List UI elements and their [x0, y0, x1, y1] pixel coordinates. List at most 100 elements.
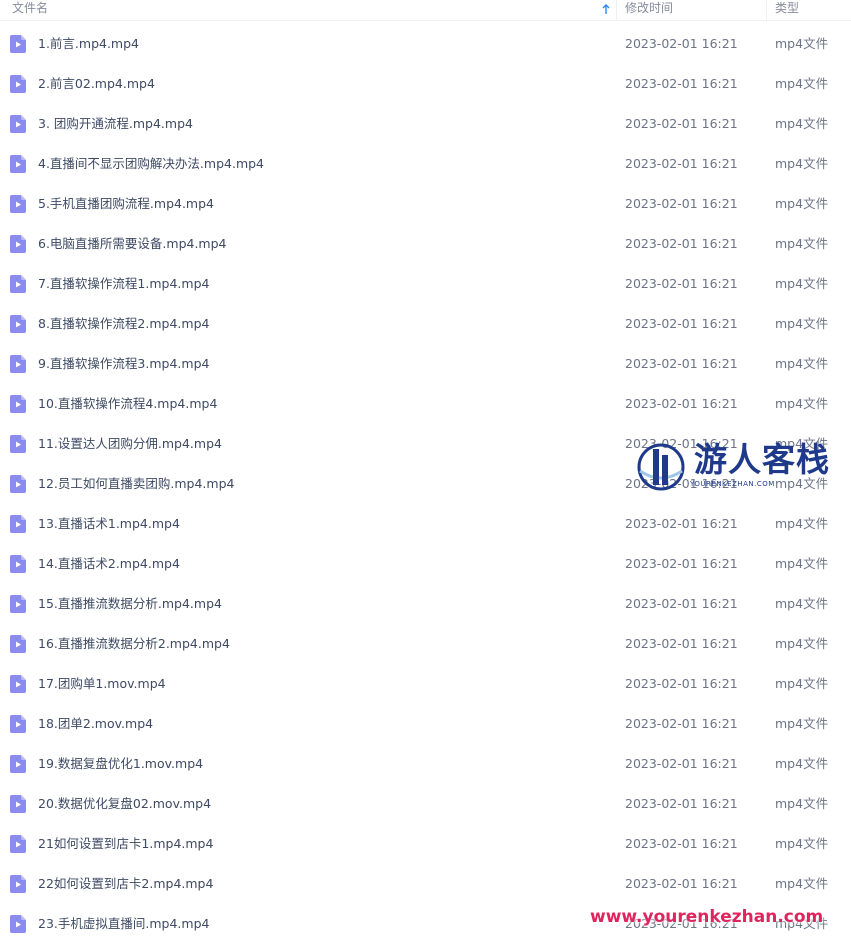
file-name[interactable]: 20.数据优化复盘02.mov.mp4 [38, 784, 598, 824]
column-header-name[interactable]: 文件名 [12, 0, 612, 20]
file-modified-date: 2023-02-01 16:21 [625, 276, 738, 291]
file-row[interactable]: 6.电脑直播所需要设备.mp4.mp4 2023-02-01 16:21 mp4文件 [0, 224, 851, 264]
file-row[interactable]: 19.数据复盘优化1.mov.mp4 2023-02-01 16:21 mp4文件 [0, 744, 851, 784]
file-row[interactable]: 20.数据优化复盘02.mov.mp4 2023-02-01 16:21 mp4文件 [0, 784, 851, 824]
file-row[interactable]: 16.直播推流数据分析2.mp4.mp4 2023-02-01 16:21 mp4文… [0, 624, 851, 664]
sort-ascending-arrow-icon[interactable] [600, 2, 612, 16]
file-modified-date: 2023-02-01 16:21 [625, 236, 738, 251]
file-name[interactable]: 4.直播间不显示团购解决办法.mp4.mp4 [38, 144, 598, 184]
file-type: mp4文件 [775, 876, 829, 891]
file-name[interactable]: 8.直播软操作流程2.mp4.mp4 [38, 304, 598, 344]
column-header-type-label: 类型 [775, 1, 800, 15]
file-modified-date: 2023-02-01 16:21 [625, 716, 738, 731]
video-file-icon [10, 155, 26, 173]
file-name[interactable]: 6.电脑直播所需要设备.mp4.mp4 [38, 224, 598, 264]
file-list-header: 文件名 修改时间 类型 [0, 0, 851, 21]
file-name[interactable]: 11.设置达人团购分佣.mp4.mp4 [38, 424, 598, 464]
file-name[interactable]: 22如何设置到店卡2.mp4.mp4 [38, 864, 598, 904]
file-row[interactable]: 9.直播软操作流程3.mp4.mp4 2023-02-01 16:21 mp4文件 [0, 344, 851, 384]
file-row[interactable]: 5.手机直播团购流程.mp4.mp4 2023-02-01 16:21 mp4文件 [0, 184, 851, 224]
file-name[interactable]: 9.直播软操作流程3.mp4.mp4 [38, 344, 598, 384]
file-row[interactable]: 15.直播推流数据分析.mp4.mp4 2023-02-01 16:21 mp4文件 [0, 584, 851, 624]
file-type: mp4文件 [775, 236, 829, 251]
video-file-icon [10, 235, 26, 253]
file-type: mp4文件 [775, 636, 829, 651]
video-file-icon [10, 315, 26, 333]
file-modified-date: 2023-02-01 16:21 [625, 676, 738, 691]
video-file-icon [10, 755, 26, 773]
file-type: mp4文件 [775, 396, 829, 411]
file-type: mp4文件 [775, 516, 829, 531]
column-header-type[interactable]: 类型 [775, 0, 799, 20]
file-type: mp4文件 [775, 596, 829, 611]
file-row[interactable]: 21如何设置到店卡1.mp4.mp4 2023-02-01 16:21 mp4文件 [0, 824, 851, 864]
file-row[interactable]: 2.前言02.mp4.mp4 2023-02-01 16:21 mp4文件 [0, 64, 851, 104]
video-file-icon [10, 675, 26, 693]
file-name[interactable]: 5.手机直播团购流程.mp4.mp4 [38, 184, 598, 224]
file-name[interactable]: 19.数据复盘优化1.mov.mp4 [38, 744, 598, 784]
column-header-name-label: 文件名 [12, 1, 49, 15]
file-type: mp4文件 [775, 196, 829, 211]
file-name[interactable]: 18.团单2.mov.mp4 [38, 704, 598, 744]
file-row[interactable]: 4.直播间不显示团购解决办法.mp4.mp4 2023-02-01 16:21 mp… [0, 144, 851, 184]
file-type: mp4文件 [775, 116, 829, 131]
file-name[interactable]: 2.前言02.mp4.mp4 [38, 64, 598, 104]
file-name[interactable]: 12.员工如何直播卖团购.mp4.mp4 [38, 464, 598, 504]
file-modified-date: 2023-02-01 16:21 [625, 556, 738, 571]
file-type: mp4文件 [775, 156, 829, 171]
file-modified-date: 2023-02-01 16:21 [625, 516, 738, 531]
video-file-icon [10, 475, 26, 493]
file-row[interactable]: 10.直播软操作流程4.mp4.mp4 2023-02-01 16:21 mp4文件 [0, 384, 851, 424]
file-row[interactable]: 13.直播话术1.mp4.mp4 2023-02-01 16:21 mp4文件 [0, 504, 851, 544]
file-type: mp4文件 [775, 756, 829, 771]
file-name[interactable]: 17.团购单1.mov.mp4 [38, 664, 598, 704]
watermark-logo-mark-icon [637, 443, 685, 491]
file-name[interactable]: 3. 团购开通流程.mp4.mp4 [38, 104, 598, 144]
file-type: mp4文件 [775, 556, 829, 571]
file-name[interactable]: 1.前言.mp4.mp4 [38, 24, 598, 64]
watermark-logo-text: 游人客栈 [694, 440, 830, 479]
file-row[interactable]: 14.直播话术2.mp4.mp4 2023-02-01 16:21 mp4文件 [0, 544, 851, 584]
file-modified-date: 2023-02-01 16:21 [625, 116, 738, 131]
video-file-icon [10, 555, 26, 573]
file-row[interactable]: 1.前言.mp4.mp4 2023-02-01 16:21 mp4文件 [0, 24, 851, 64]
file-type: mp4文件 [775, 836, 829, 851]
watermark-logo: 游人客栈 YOURENKEZHAN.COM [632, 438, 842, 500]
file-name[interactable]: 10.直播软操作流程4.mp4.mp4 [38, 384, 598, 424]
file-name[interactable]: 16.直播推流数据分析2.mp4.mp4 [38, 624, 598, 664]
file-name[interactable]: 23.手机虚拟直播间.mp4.mp4 [38, 904, 598, 944]
file-type: mp4文件 [775, 356, 829, 371]
file-name[interactable]: 14.直播话术2.mp4.mp4 [38, 544, 598, 584]
file-modified-date: 2023-02-01 16:21 [625, 876, 738, 891]
file-modified-date: 2023-02-01 16:21 [625, 596, 738, 611]
file-row[interactable]: 8.直播软操作流程2.mp4.mp4 2023-02-01 16:21 mp4文件 [0, 304, 851, 344]
file-row[interactable]: 22如何设置到店卡2.mp4.mp4 2023-02-01 16:21 mp4文件 [0, 864, 851, 904]
video-file-icon [10, 795, 26, 813]
video-file-icon [10, 515, 26, 533]
video-file-icon [10, 435, 26, 453]
file-name[interactable]: 15.直播推流数据分析.mp4.mp4 [38, 584, 598, 624]
video-file-icon [10, 595, 26, 613]
file-modified-date: 2023-02-01 16:21 [625, 636, 738, 651]
video-file-icon [10, 195, 26, 213]
file-type: mp4文件 [775, 716, 829, 731]
file-row[interactable]: 18.团单2.mov.mp4 2023-02-01 16:21 mp4文件 [0, 704, 851, 744]
file-modified-date: 2023-02-01 16:21 [625, 36, 738, 51]
file-row[interactable]: 7.直播软操作流程1.mp4.mp4 2023-02-01 16:21 mp4文件 [0, 264, 851, 304]
watermark-logo-subtext: YOURENKEZHAN.COM [690, 480, 775, 488]
video-file-icon [10, 875, 26, 893]
file-row[interactable]: 3. 团购开通流程.mp4.mp4 2023-02-01 16:21 mp4文件 [0, 104, 851, 144]
column-divider[interactable] [766, 0, 767, 20]
video-file-icon [10, 75, 26, 93]
column-header-date[interactable]: 修改时间 [625, 0, 673, 20]
video-file-icon [10, 835, 26, 853]
file-name[interactable]: 21如何设置到店卡1.mp4.mp4 [38, 824, 598, 864]
file-row[interactable]: 17.团购单1.mov.mp4 2023-02-01 16:21 mp4文件 [0, 664, 851, 704]
file-name[interactable]: 13.直播话术1.mp4.mp4 [38, 504, 598, 544]
file-name[interactable]: 7.直播软操作流程1.mp4.mp4 [38, 264, 598, 304]
video-file-icon [10, 115, 26, 133]
file-type: mp4文件 [775, 316, 829, 331]
file-type: mp4文件 [775, 676, 829, 691]
file-type: mp4文件 [775, 796, 829, 811]
column-divider[interactable] [616, 0, 617, 20]
